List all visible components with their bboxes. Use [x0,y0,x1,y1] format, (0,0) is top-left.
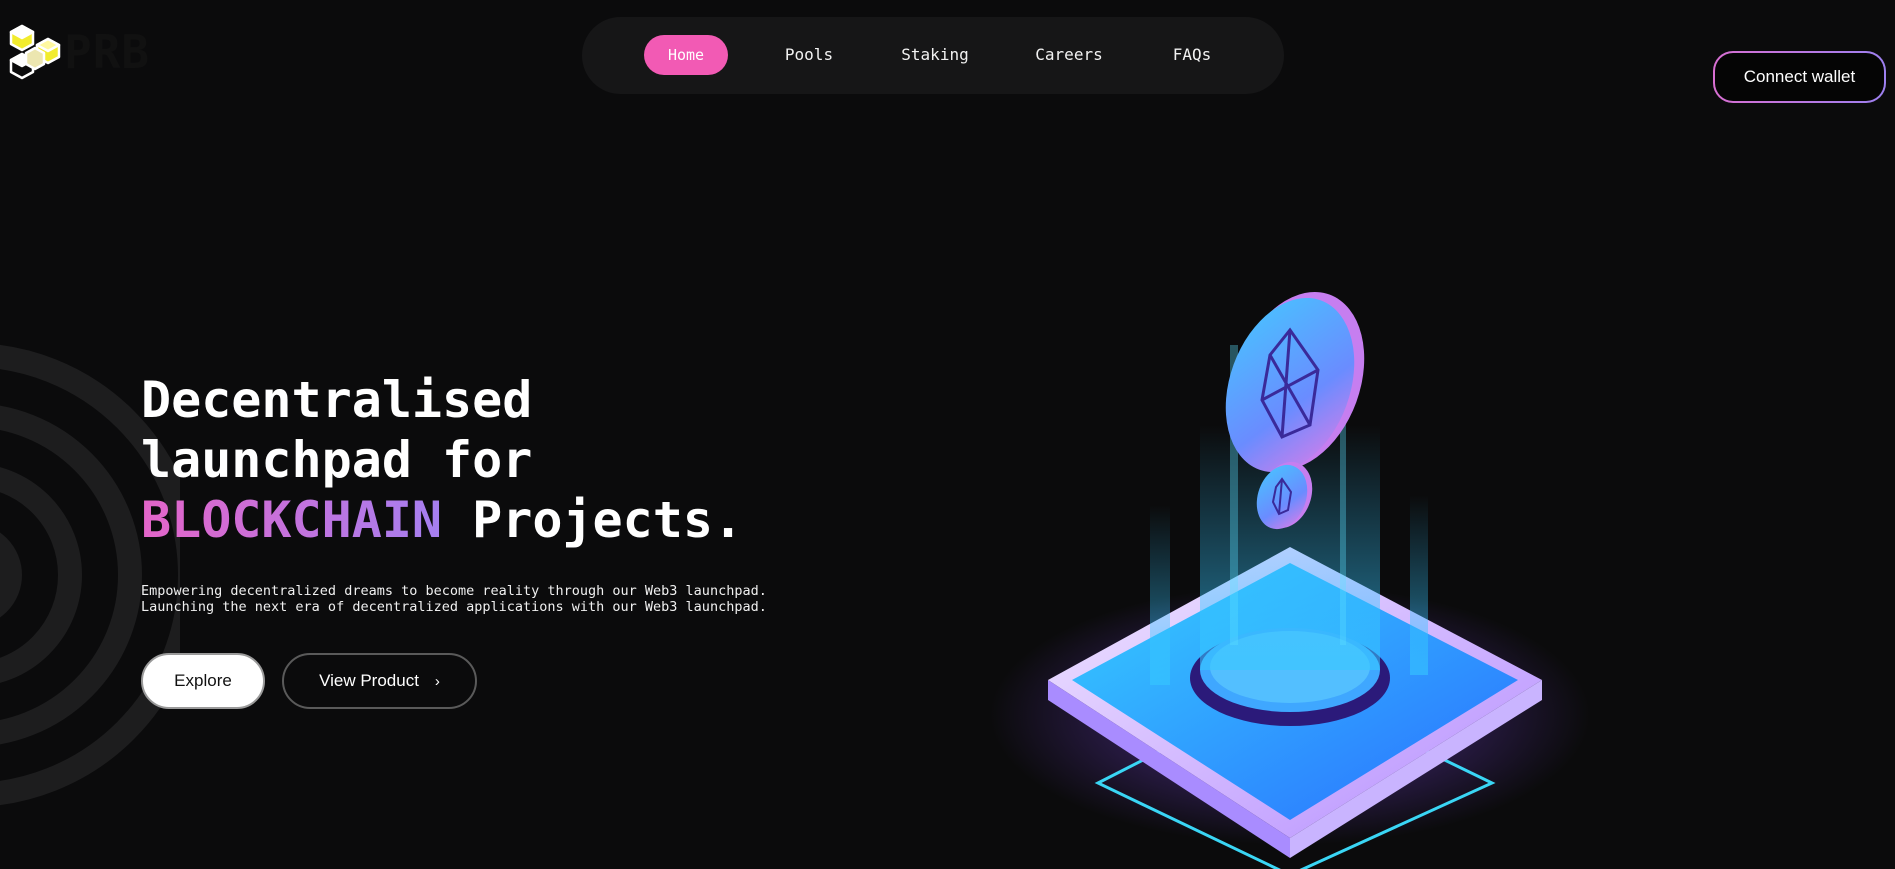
connect-wallet-label: Connect wallet [1715,53,1884,101]
connect-wallet-button[interactable]: Connect wallet [1713,51,1886,103]
nav-item-staking[interactable]: Staking [885,35,985,75]
hero-title-line3: BLOCKCHAIN Projects. [141,490,743,550]
nav-item-pools[interactable]: Pools [766,35,852,75]
hero-title-line2: launchpad for [141,431,533,489]
main-nav: Home Pools Staking Careers FAQs [582,17,1284,94]
hero-subtitle: Empowering decentralized dreams to becom… [141,583,767,615]
view-product-button[interactable]: View Product › [282,653,477,709]
view-product-label: View Product [319,671,419,690]
hero-title-rest: Projects. [442,491,744,549]
eos-coin-platform-illustration [990,291,1590,869]
hero-title-line1: Decentralised [141,371,533,429]
chevron-right-icon: › [434,672,440,690]
nav-item-faqs[interactable]: FAQs [1152,35,1232,75]
hexagon-cube-logo-icon [9,24,61,80]
hero-title-accent: BLOCKCHAIN [141,491,443,549]
nav-item-home[interactable]: Home [644,35,728,75]
hero-subtitle-line1: Empowering decentralized dreams to becom… [141,583,767,599]
hero-title: Decentralised launchpad for BLOCKCHAIN P… [141,370,743,550]
nav-item-careers[interactable]: Careers [1019,35,1119,75]
brand-logo[interactable]: PRB [8,24,150,80]
hero-subtitle-line2: Launching the next era of decentralized … [141,599,767,615]
explore-button[interactable]: Explore [141,653,265,709]
brand-name: PRB [64,25,151,79]
landing-page: PRB Home Pools Staking Careers FAQs Conn… [0,0,1895,869]
explore-label: Explore [174,671,232,690]
